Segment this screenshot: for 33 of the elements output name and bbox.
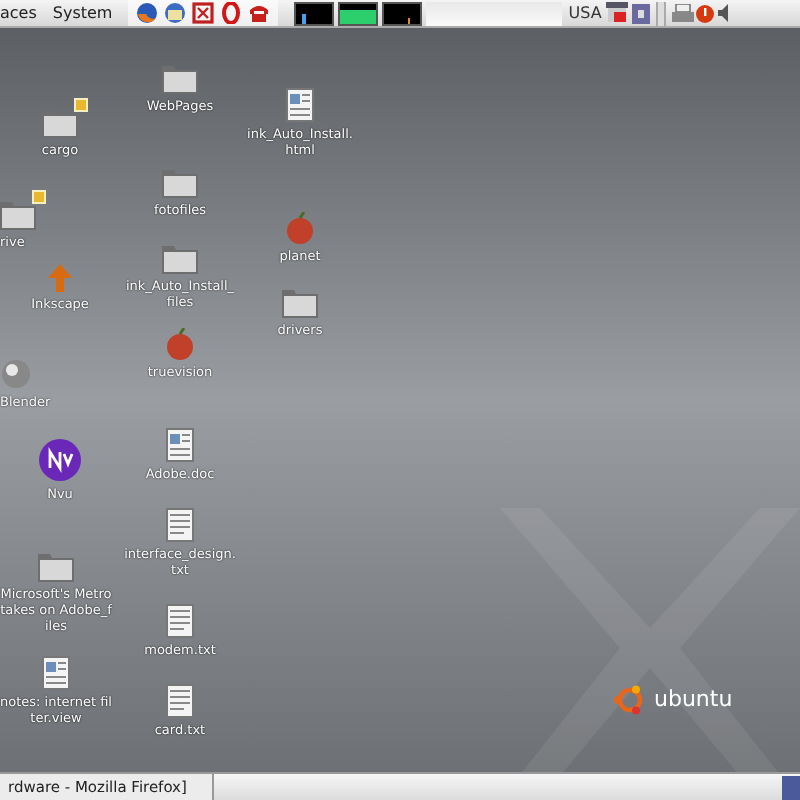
text-file-icon[interactable] [166,684,194,718]
network-monitor-graph [382,1,423,25]
keyboard-layout[interactable]: USA [568,1,602,25]
document-icon[interactable] [286,88,314,122]
text-file-icon[interactable] [166,508,194,542]
document-icon[interactable] [166,428,194,462]
panel-menu[interactable]: aces [0,1,37,25]
folder-icon[interactable] [282,288,318,318]
nvu-globe-icon[interactable] [38,438,82,482]
network-tray-icon[interactable] [605,2,628,24]
clipboard-tray-icon[interactable] [631,3,650,23]
printer-icon[interactable] [671,3,694,23]
telephone-icon[interactable] [248,2,271,24]
folder-icon[interactable] [162,244,198,274]
memory-monitor-graph [338,1,379,25]
workspace-switcher[interactable] [782,775,800,799]
window-list-area [426,1,563,25]
folder-icon[interactable] [38,552,74,582]
ubuntu-circle-logo-icon [614,684,646,717]
document-icon[interactable] [42,656,70,690]
ring-o-icon[interactable] [220,2,243,24]
panel-menu[interactable]: System [52,1,113,25]
cpu-monitor-graph [294,1,335,25]
folder-icon[interactable] [0,200,36,230]
folder-icon[interactable] [162,64,198,94]
browser-globe-icon[interactable] [136,2,159,24]
panel-drag-handle[interactable] [655,1,666,25]
folder-icon[interactable] [162,168,198,198]
ubuntu-logo-text: ubuntu [654,684,733,716]
sphere-icon[interactable] [0,358,32,390]
text-file-icon[interactable] [166,604,194,638]
speaker-icon[interactable] [717,4,732,22]
update-alert-icon[interactable] [695,3,714,23]
